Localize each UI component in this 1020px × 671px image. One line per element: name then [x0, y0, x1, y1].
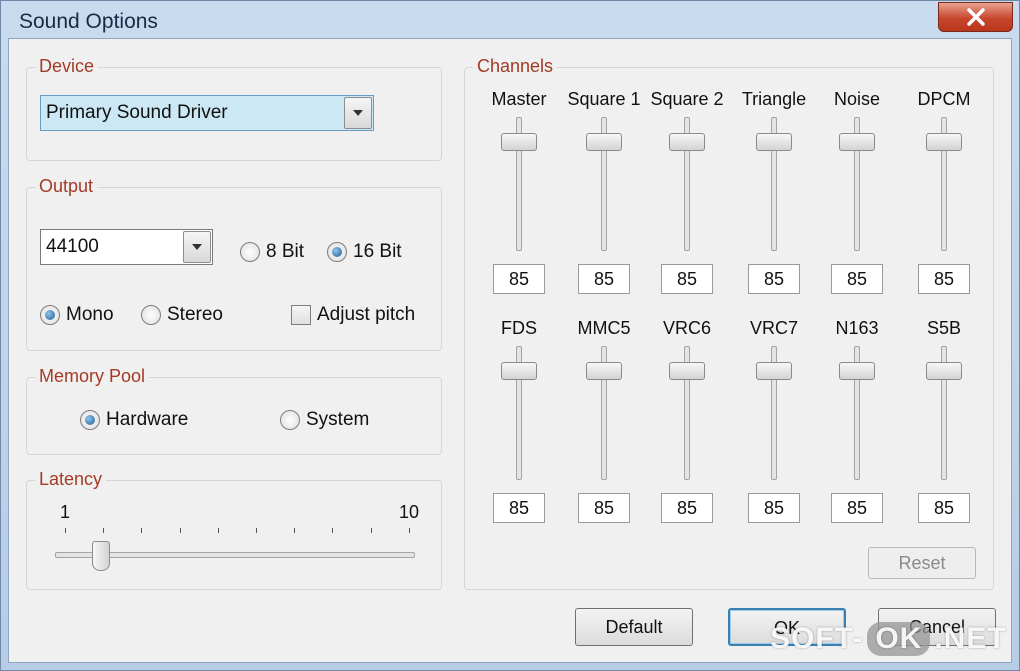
default-button[interactable]: Default	[575, 608, 693, 646]
channel-slider-thumb[interactable]	[586, 133, 622, 151]
watermark-left: SOFT-	[770, 622, 864, 655]
reset-button[interactable]: Reset	[868, 547, 976, 579]
radio-hardware-label: Hardware	[106, 409, 189, 430]
channel-slider-thumb[interactable]	[839, 133, 875, 151]
radio-system[interactable]: System	[280, 409, 369, 431]
memory-pool-group-label: Memory Pool	[35, 366, 150, 387]
channel-value-field[interactable]: 85	[918, 264, 970, 294]
channel-slider-thumb[interactable]	[756, 133, 792, 151]
watermark-mid: OK	[867, 622, 931, 656]
radio-16-bit-indicator[interactable]	[327, 242, 347, 262]
channel-value-field[interactable]: 85	[493, 493, 545, 523]
sample-rate-value: 44100	[46, 236, 99, 257]
channel-value-field[interactable]: 85	[578, 264, 630, 294]
channel-slider-thumb[interactable]	[501, 362, 537, 380]
watermark: SOFT- OK .NET	[770, 622, 1007, 656]
latency-group: Latency	[26, 469, 442, 590]
device-group-label: Device	[35, 56, 99, 77]
channel-value-field[interactable]: 85	[661, 493, 713, 523]
channel-slider-thumb[interactable]	[586, 362, 622, 380]
radio-16-bit[interactable]: 16 Bit	[327, 241, 402, 263]
channel-label: S5B	[926, 318, 962, 338]
channel-slider-thumb[interactable]	[926, 362, 962, 380]
latency-slider-thumb[interactable]	[92, 541, 110, 571]
latency-tick	[256, 528, 257, 533]
channel-slider-thumb[interactable]	[669, 362, 705, 380]
sample-rate-dropdown-button[interactable]	[183, 231, 211, 263]
channel-label: Noise	[833, 89, 881, 109]
radio-mono[interactable]: Mono	[40, 304, 114, 326]
chevron-down-icon	[192, 244, 202, 250]
latency-tick	[408, 528, 410, 533]
adjust-pitch-label: Adjust pitch	[317, 304, 416, 325]
channel-label: N163	[835, 318, 879, 338]
latency-tick	[141, 528, 143, 533]
latency-tick	[65, 528, 66, 533]
channel-value-field[interactable]: 85	[578, 493, 630, 523]
latency-min-label: 1	[60, 502, 71, 522]
radio-mono-indicator[interactable]	[40, 305, 60, 325]
channel-label: Triangle	[741, 89, 807, 109]
channel-label: DPCM	[917, 89, 971, 109]
channel-slider-thumb[interactable]	[669, 133, 705, 151]
close-icon	[966, 8, 985, 26]
close-button[interactable]	[938, 2, 1013, 32]
chevron-down-icon	[353, 110, 363, 116]
latency-tick	[370, 528, 372, 533]
channel-slider-thumb[interactable]	[501, 133, 537, 151]
latency-tick	[332, 528, 334, 533]
latency-tick	[103, 528, 105, 533]
latency-max-label: 10	[399, 502, 420, 522]
latency-tick	[294, 528, 296, 533]
channel-value-field[interactable]: 85	[831, 493, 883, 523]
radio-hardware-indicator[interactable]	[80, 410, 100, 430]
channel-label: Square 2	[650, 89, 724, 109]
radio-8-bit-indicator[interactable]	[240, 242, 260, 262]
device-dropdown-button[interactable]	[344, 97, 372, 129]
channel-slider-thumb[interactable]	[756, 362, 792, 380]
radio-stereo[interactable]: Stereo	[141, 304, 223, 326]
radio-system-indicator[interactable]	[280, 410, 300, 430]
radio-system-label: System	[306, 409, 370, 430]
channel-slider-thumb[interactable]	[926, 133, 962, 151]
window-title: Sound Options	[19, 10, 158, 33]
radio-stereo-indicator[interactable]	[141, 305, 161, 325]
latency-tick	[179, 528, 181, 533]
device-select[interactable]: Primary Sound Driver	[40, 95, 374, 131]
output-group: Output	[26, 176, 442, 351]
channel-label: Master	[491, 89, 547, 109]
adjust-pitch-checkbox[interactable]: Adjust pitch	[291, 304, 415, 326]
output-group-label: Output	[35, 176, 98, 197]
channels-group-label: Channels	[473, 56, 558, 77]
radio-stereo-label: Stereo	[167, 304, 223, 325]
channel-slider-thumb[interactable]	[839, 362, 875, 380]
channel-value-field[interactable]: 85	[661, 264, 713, 294]
channel-label: Square 1	[567, 89, 641, 109]
channel-label: MMC5	[577, 318, 631, 338]
latency-tick	[217, 528, 219, 533]
radio-hardware[interactable]: Hardware	[80, 409, 188, 431]
channel-label: VRC6	[662, 318, 711, 338]
adjust-pitch-checkbox-box[interactable]	[291, 305, 311, 325]
radio-8-bit[interactable]: 8 Bit	[240, 241, 304, 263]
latency-group-label: Latency	[35, 469, 107, 490]
channel-label: VRC7	[749, 318, 798, 338]
channel-label: FDS	[501, 318, 537, 338]
watermark-right: .NET	[934, 622, 1007, 655]
channel-value-field[interactable]: 85	[918, 493, 970, 523]
sample-rate-select[interactable]: 44100	[40, 229, 213, 265]
channel-value-field[interactable]: 85	[493, 264, 545, 294]
channel-value-field[interactable]: 85	[831, 264, 883, 294]
device-select-value: Primary Sound Driver	[46, 102, 228, 123]
channel-value-field[interactable]: 85	[748, 493, 800, 523]
radio-16-bit-label: 16 Bit	[353, 241, 402, 262]
radio-8-bit-label: 8 Bit	[266, 241, 305, 262]
radio-mono-label: Mono	[66, 304, 114, 325]
channel-value-field[interactable]: 85	[748, 264, 800, 294]
